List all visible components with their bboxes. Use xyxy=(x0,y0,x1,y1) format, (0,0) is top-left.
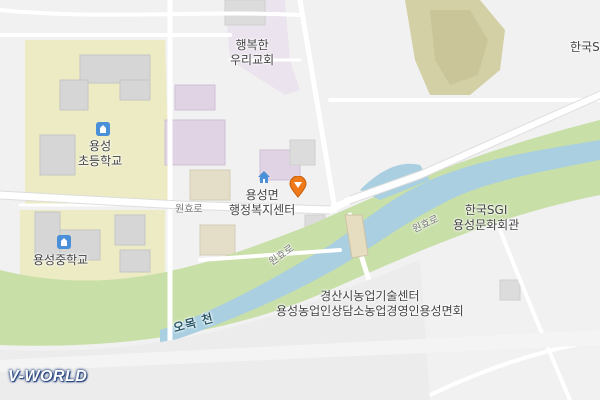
road-label: 원효로 xyxy=(175,204,203,215)
sgi-hall-line1: 한국SGI xyxy=(464,203,508,217)
location-pin-icon[interactable] xyxy=(289,175,307,202)
home-icon[interactable] xyxy=(257,170,271,184)
church-line2: 우리교회 xyxy=(230,53,275,67)
sgi-hall-line2: 용성문화회관 xyxy=(453,218,520,232)
elementary-school-label[interactable]: 용성 초등학교 xyxy=(78,139,122,169)
map-canvas[interactable]: 용성 초등학교 용성중학교 행복한 우리교회 용성면 행정복지센터 한국SGI … xyxy=(0,0,600,400)
welfare-center-line2: 행정복지센터 xyxy=(229,203,296,217)
top-right-partial-label[interactable]: 한국S xyxy=(570,40,600,55)
church-label[interactable]: 행복한 우리교회 xyxy=(230,38,274,68)
agri-center-label[interactable]: 경산시농업기술센터 용성농업인상담소농업경영인용성면회 xyxy=(276,289,464,319)
vworld-logo: V-WORLD xyxy=(8,368,88,385)
school-icon[interactable] xyxy=(57,235,71,249)
welfare-center-line1: 용성면 xyxy=(245,188,279,202)
middle-school-label[interactable]: 용성중학교 xyxy=(33,253,88,268)
elementary-school-line1: 용성 xyxy=(89,139,112,153)
agri-center-line1: 경산시농업기술센터 xyxy=(320,289,420,303)
school-icon[interactable] xyxy=(96,122,110,136)
sgi-hall-label[interactable]: 한국SGI 용성문화회관 xyxy=(453,203,519,233)
agri-center-line2: 용성농업인상담소농업경영인용성면회 xyxy=(276,304,464,318)
welfare-center-label[interactable]: 용성면 행정복지센터 xyxy=(229,188,295,218)
church-line1: 행복한 xyxy=(235,38,269,52)
elementary-school-line2: 초등학교 xyxy=(78,154,123,168)
